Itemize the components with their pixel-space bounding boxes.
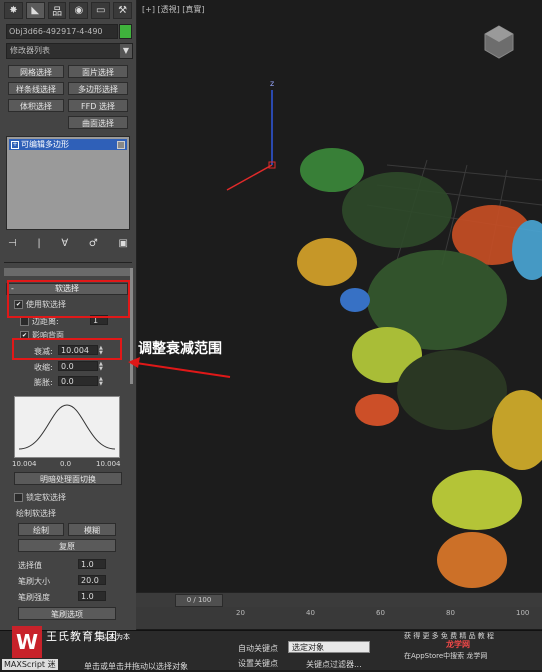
brush-strength-spinner[interactable]: 1.0 <box>78 591 106 601</box>
brush-size-label: 笔刷大小 <box>18 577 50 586</box>
make-unique-icon[interactable]: ∀ <box>61 238 68 249</box>
paint-soft-selection-title: 绘制软选择 <box>16 509 56 518</box>
show-end-result-icon[interactable]: | <box>37 238 40 249</box>
selection-value-label: 选择值 <box>18 561 42 570</box>
selected-object-dropdown[interactable]: 选定对象 <box>288 641 370 653</box>
lock-soft-selection-row[interactable]: 锁定软选择 <box>14 492 66 503</box>
object-name-field[interactable]: Obj3d66-492917-4-490 <box>6 24 118 39</box>
annotation-arrow <box>128 357 231 378</box>
shaded-face-toggle-button[interactable]: 明暗处理面切换 <box>14 472 122 485</box>
lock-soft-selection-checkbox[interactable] <box>14 493 23 502</box>
edge-distance-checkbox[interactable] <box>20 317 29 326</box>
timeline-ruler[interactable]: 20 40 60 80 100 <box>136 607 542 629</box>
remove-modifier-icon[interactable]: ♂ <box>89 238 98 249</box>
bubble-value: 0.0 <box>61 377 74 386</box>
viewport-scene: z <box>226 25 542 588</box>
modifier-stack: + 可编辑多边形 <box>6 136 130 230</box>
perspective-viewport[interactable]: z [+] [透視] [真實] <box>137 0 542 592</box>
ruler-tick: 100 <box>516 609 530 617</box>
highlight-box-falloff <box>12 338 122 360</box>
rollout-scroll-handle[interactable] <box>4 268 130 276</box>
bubble-spinner[interactable]: 0.0 ▲ ▼ <box>58 376 103 387</box>
utilities-icon[interactable]: ⚒ <box>113 2 132 19</box>
poly-select-button[interactable]: 多边形选择 <box>68 82 128 95</box>
brush-size-value: 20.0 <box>81 576 99 585</box>
configure-sets-icon[interactable]: ▣ <box>119 238 128 249</box>
brush-size-spinner[interactable]: 20.0 <box>78 575 106 585</box>
status-prompt: 单击或单击并拖动以选择对象 <box>84 662 188 671</box>
chevron-down-icon: ▼ <box>120 44 132 58</box>
lock-soft-selection-label: 锁定软选择 <box>26 493 66 502</box>
ruler-tick: 60 <box>376 609 385 617</box>
object-color-swatch[interactable] <box>119 24 132 39</box>
ruler-tick: 20 <box>236 609 245 617</box>
ruler-tick: 40 <box>306 609 315 617</box>
patch-select-button[interactable]: 面片选择 <box>68 65 128 78</box>
spinner-arrows-icon[interactable]: ▲ ▼ <box>99 377 105 387</box>
brush-strength-value: 1.0 <box>81 592 94 601</box>
mesh-select-button[interactable]: 网格选择 <box>8 65 64 78</box>
surface-select-button[interactable]: 曲面选择 <box>68 116 128 129</box>
create-icon[interactable]: ✸ <box>4 2 23 19</box>
maxscript-listener[interactable]: MAXScript 迷 <box>2 659 58 670</box>
modifier-list-label: 修改器列表 <box>10 46 50 55</box>
paint-button[interactable]: 绘制 <box>18 523 64 536</box>
selection-value-spinner[interactable]: 1.0 <box>78 559 106 569</box>
curve-center-label: 0.0 <box>60 460 72 468</box>
falloff-curve-graph <box>14 396 120 458</box>
set-key-button[interactable]: 设置关键点 <box>238 658 278 669</box>
revert-button[interactable]: 复原 <box>18 539 116 552</box>
volume-select-button[interactable]: 体积选择 <box>8 99 64 112</box>
spline-select-button[interactable]: 样条线选择 <box>8 82 64 95</box>
command-panel-tabs: ✸ ◣ 品 ◉ ▭ ⚒ <box>4 2 132 19</box>
spinner-arrows-icon[interactable]: ▲ ▼ <box>99 362 105 372</box>
key-filters-button[interactable]: 关键点过滤器... <box>306 659 362 670</box>
ffd-select-button[interactable]: FFD 选择 <box>68 99 128 112</box>
brush-options-button[interactable]: 笔刷选项 <box>18 607 116 620</box>
curve-right-label: 10.004 <box>96 460 121 468</box>
selection-value-value: 1.0 <box>81 560 94 569</box>
curve-left-label: 10.004 <box>12 460 37 468</box>
modifier-list-dropdown[interactable]: 修改器列表 ▼ <box>6 43 133 59</box>
modify-icon[interactable]: ◣ <box>25 2 45 19</box>
motion-icon[interactable]: ◉ <box>69 2 89 19</box>
auto-key-button[interactable]: 自动关键点 <box>238 643 278 654</box>
display-icon[interactable]: ▭ <box>91 2 111 19</box>
viewport-label[interactable]: [+] [透視] [真實] <box>142 4 205 15</box>
hierarchy-icon[interactable]: 品 <box>47 2 67 19</box>
brand-logo: W <box>12 626 42 658</box>
pin-stack-icon[interactable]: ⊣ <box>8 238 17 249</box>
highlight-box-soft-selection <box>7 280 130 318</box>
brush-strength-label: 笔刷强度 <box>18 593 50 602</box>
stack-toolbar: ⊣ | ∀ ♂ ▣ <box>8 236 128 250</box>
modifier-toggle-icon[interactable] <box>117 141 125 149</box>
stack-item-label: 可编辑多边形 <box>21 140 69 149</box>
expand-icon[interactable]: + <box>11 141 19 149</box>
time-slider[interactable]: 0 / 100 <box>175 594 223 607</box>
falloff-curve <box>18 404 116 450</box>
pinch-spinner[interactable]: 0.0 ▲ ▼ <box>58 361 103 372</box>
pinch-value: 0.0 <box>61 362 74 371</box>
watermark-logo: 龙学网 <box>446 640 470 649</box>
blur-button[interactable]: 模糊 <box>68 523 116 536</box>
ruler-tick: 80 <box>446 609 455 617</box>
stack-item-editable-poly[interactable]: + 可编辑多边形 <box>9 139 127 150</box>
watermark-line2: 在AppStore中搜索 龙学网 <box>404 652 488 660</box>
svg-text:z: z <box>270 79 274 88</box>
brand-slogan: 以人为本 <box>102 633 130 641</box>
viewcube-icon[interactable] <box>480 20 518 58</box>
divider <box>4 262 132 263</box>
bubble-label: 膨胀: <box>34 378 53 387</box>
pinch-label: 收缩: <box>34 363 53 372</box>
